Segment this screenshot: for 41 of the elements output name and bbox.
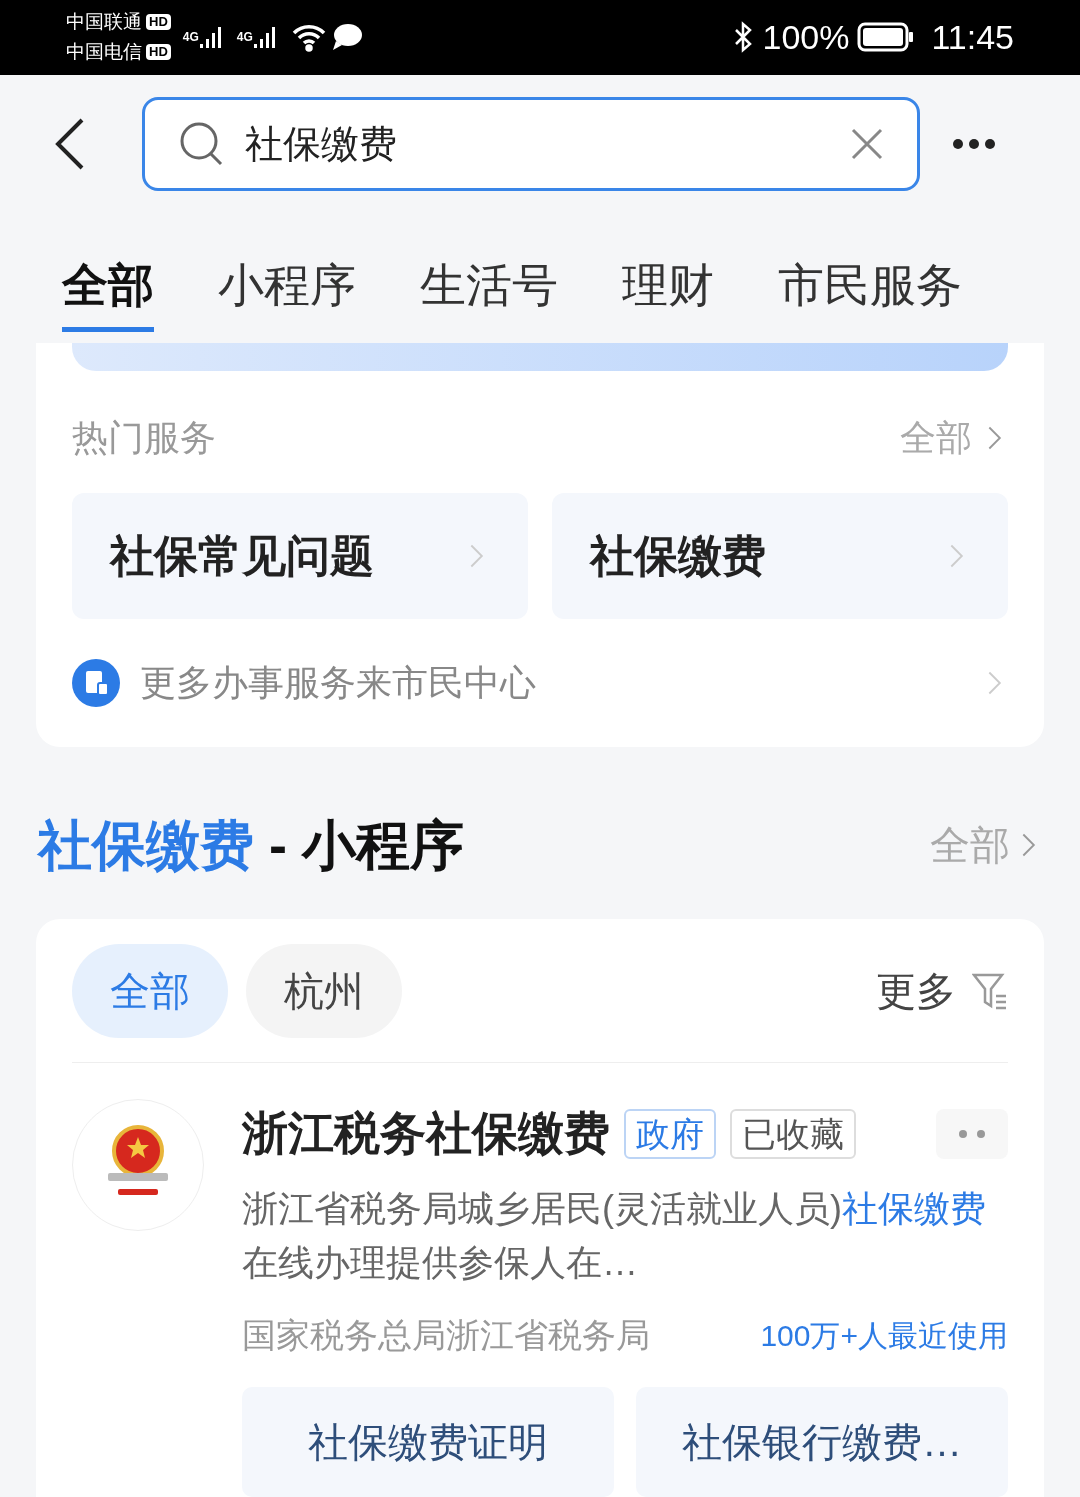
hd-badge: HD [146, 44, 171, 61]
more-icon[interactable] [952, 138, 996, 151]
network-type: 4G [182, 29, 199, 47]
battery-icon [857, 22, 916, 53]
provider-name: 国家税务总局浙江省税务局 [242, 1315, 650, 1356]
service-button[interactable]: 社保常见问题 [72, 493, 528, 619]
tab[interactable]: 生活号 [420, 243, 558, 332]
more-icon [958, 1128, 986, 1139]
filter-icon [972, 971, 1008, 1010]
service-button[interactable]: 社保缴费证明 [242, 1387, 614, 1497]
more-filter-button[interactable]: 更多 [876, 960, 1008, 1021]
tag: 已收藏 [730, 1108, 856, 1159]
carrier-name: 中国联通 [66, 10, 142, 35]
search-text: 社保缴费 [245, 121, 398, 167]
close-icon[interactable] [851, 128, 883, 161]
document-icon [72, 659, 120, 707]
app-title[interactable]: 浙江税务社保缴费 [242, 1099, 610, 1168]
search-icon [179, 121, 225, 168]
network-type: 4G [236, 29, 253, 47]
more-options-button[interactable] [936, 1108, 1008, 1159]
hd-badge: HD [146, 14, 171, 31]
section-title: 社保缴费 - 小程序 [38, 813, 464, 877]
app-description: 浙江省税务局城乡居民(灵活就业人员)社保缴费 在线办理提供参保人在… [242, 1187, 987, 1285]
tab[interactable]: 市民服务 [778, 243, 962, 332]
tab[interactable]: 全部 [62, 243, 154, 332]
more-services-link[interactable]: 更多办事服务来市民中心 [72, 641, 1008, 725]
tag: 政府 [624, 1108, 716, 1159]
tab[interactable]: 理财 [622, 243, 714, 332]
carrier-name: 中国电信 [66, 40, 142, 65]
section-heading: 热门服务 [72, 416, 216, 460]
service-button[interactable]: 社保缴费 [552, 493, 1008, 619]
usage-count: 100万+人最近使用 [760, 1318, 1008, 1354]
wifi-icon [290, 22, 327, 53]
tab[interactable]: 小程序 [218, 243, 356, 332]
filter-chip[interactable]: 杭州 [246, 943, 402, 1038]
chat-bubble-icon [330, 23, 363, 52]
clock: 11:45 [931, 16, 1014, 58]
filter-chip[interactable]: 全部 [72, 943, 228, 1038]
search-field[interactable]: 社保缴费 [142, 97, 920, 192]
service-button[interactable]: 社保银行缴费… [636, 1387, 1008, 1497]
battery-percent: 100% [762, 16, 850, 58]
